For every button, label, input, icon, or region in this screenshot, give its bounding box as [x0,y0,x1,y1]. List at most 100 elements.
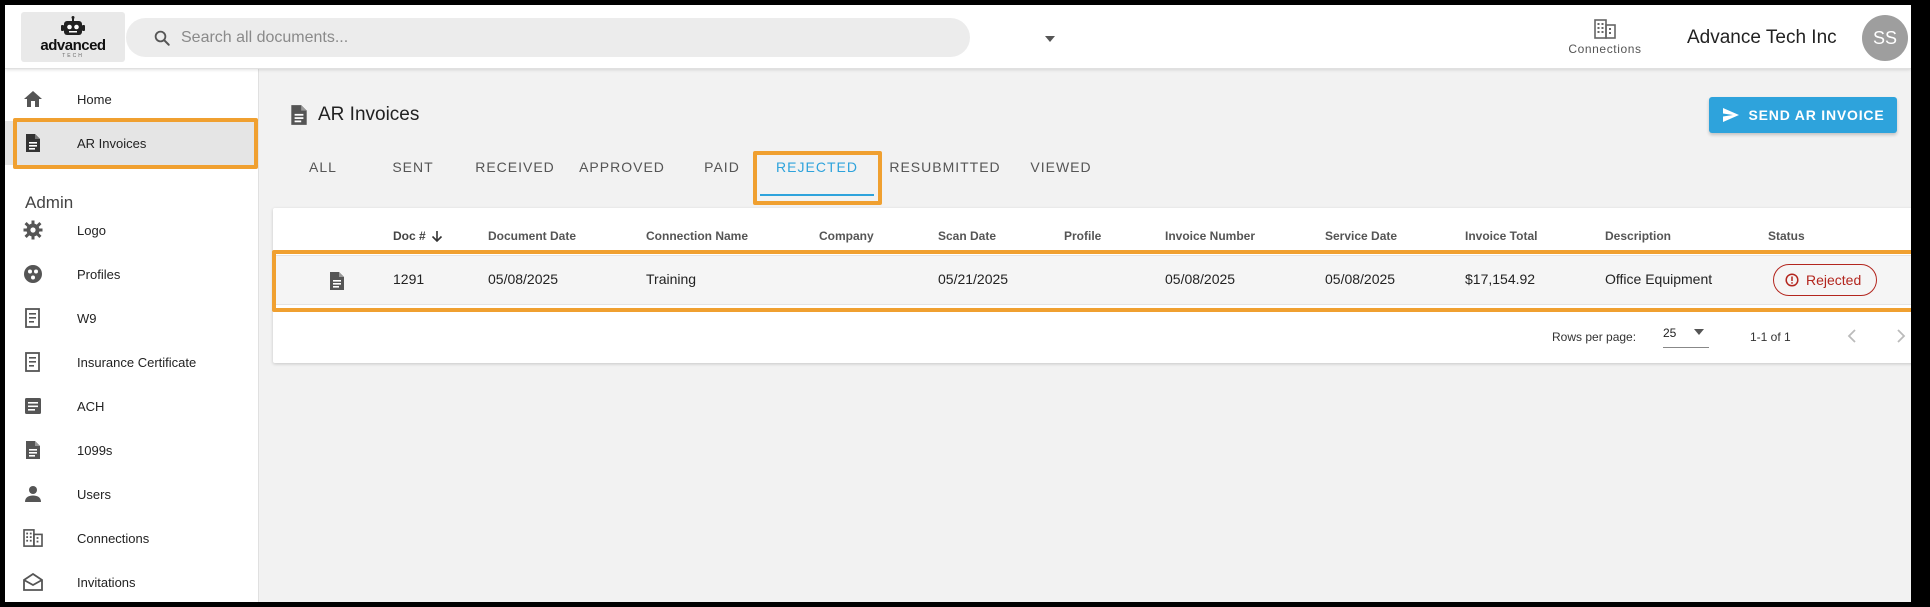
sidebar-item-label: AR Invoices [77,135,147,151]
column-header-invoice-total[interactable]: Invoice Total [1465,229,1537,243]
tab-label: VIEWED [1030,159,1092,175]
sidebar-item-label: Invitations [77,574,136,590]
cell-doc-no: 1291 [393,271,425,287]
sidebar-item-insurance-certificate[interactable]: Insurance Certificate [5,340,259,384]
tab-received[interactable]: RECEIVED [465,159,565,199]
invoice-table: Doc # Document Date Connection Name Comp… [273,208,1911,363]
status-badge[interactable]: Rejected [1773,264,1877,296]
company-logo[interactable]: advanced TECH [21,12,125,62]
receipt-icon [21,306,45,330]
next-page-button[interactable] [1889,324,1911,348]
top-bar: advanced TECH Connections [5,5,1911,69]
sidebar-item-home[interactable]: Home [5,77,259,121]
arrow-down-icon [431,231,443,243]
tab-label: ALL [309,159,337,175]
rows-per-page-label: Rows per page: [1552,330,1637,344]
search-bar [126,18,1055,57]
avatar[interactable]: SS [1862,15,1908,61]
column-header-description[interactable]: Description [1605,229,1671,243]
person-icon [21,482,45,506]
search-icon [154,30,170,46]
sidebar-item-label: Insurance Certificate [77,354,197,370]
column-header-company[interactable]: Company [819,229,874,243]
cell-invoice-total: $17,154.92 [1465,271,1536,287]
document-icon [291,105,307,125]
tab-viewed[interactable]: VIEWED [1019,159,1103,199]
sidebar-item-profiles[interactable]: Profiles [5,252,259,296]
article-icon [21,394,45,418]
tab-label: PAID [704,159,740,175]
connections-button[interactable]: Connections [1557,19,1653,59]
gear-icon [21,218,45,242]
home-icon [21,87,45,111]
previous-page-button[interactable] [1840,324,1864,348]
cell-scan-date: 05/21/2025 [938,271,1009,287]
cell-service-date: 05/08/2025 [1325,271,1396,287]
tab-paid[interactable]: PAID [685,159,759,199]
rows-per-page-value: 25 [1663,326,1677,340]
send-button-label: SEND AR INVOICE [1748,107,1885,123]
chevron-down-icon [1694,329,1704,335]
search-input[interactable] [181,26,901,50]
chevron-down-icon[interactable] [1044,35,1056,43]
page-title: AR Invoices [318,104,420,125]
sidebar-item-ar-invoices[interactable]: AR Invoices [5,121,259,165]
sidebar-item-label: 1099s [77,442,113,458]
envelope-icon [21,570,45,594]
tab-rejected[interactable]: REJECTED [760,159,874,199]
sidebar-item-label: Home [77,91,112,107]
status-label: Rejected [1806,272,1862,288]
tab-resubmitted[interactable]: RESUBMITTED [877,159,1013,199]
pagination-range: 1-1 of 1 [1750,330,1791,344]
active-tab-indicator [760,194,874,196]
tab-all[interactable]: ALL [288,159,358,199]
sidebar-item-users[interactable]: Users [5,472,259,516]
tab-label: RECEIVED [475,159,555,175]
document-icon [21,438,45,462]
cell-connection-name: Training [646,271,697,287]
column-header-label: Doc # [393,229,426,243]
sidebar-item-w9[interactable]: W9 [5,296,259,340]
cell-invoice-number: 05/08/2025 [1165,271,1236,287]
tab-label: APPROVED [579,159,665,175]
sidebar-item-ach[interactable]: ACH [5,384,259,428]
tab-label: RESUBMITTED [889,159,1001,175]
document-icon[interactable] [329,271,345,291]
divider [273,304,1911,305]
sidebar-item-label: W9 [77,310,97,326]
send-ar-invoice-button[interactable]: SEND AR INVOICE [1709,97,1897,133]
building-icon [1594,19,1616,39]
column-header-invoice-number[interactable]: Invoice Number [1165,229,1255,243]
column-header-doc-no[interactable]: Doc # [393,229,443,243]
rows-per-page-select[interactable]: 25 [1663,324,1709,348]
column-header-document-date[interactable]: Document Date [488,229,576,243]
tab-approved[interactable]: APPROVED [570,159,674,199]
sidebar-item-invitations[interactable]: Invitations [5,560,259,602]
send-icon [1722,108,1739,122]
tab-sent[interactable]: SENT [375,159,451,199]
sidebar-item-1099s[interactable]: 1099s [5,428,259,472]
column-header-scan-date[interactable]: Scan Date [938,229,996,243]
sidebar-item-label: Users [77,486,111,502]
logo-subtext: TECH [62,52,84,59]
column-header-status[interactable]: Status [1768,229,1805,243]
tab-label: REJECTED [776,159,858,175]
sidebar-item-label: ACH [77,398,105,414]
column-header-profile[interactable]: Profile [1064,229,1101,243]
chevron-left-icon [1847,329,1856,343]
sidebar-item-logo[interactable]: Logo [5,208,259,252]
sidebar: Home AR Invoices Admin Logo Profiles W9 … [5,69,259,602]
sidebar-item-connections[interactable]: Connections [5,516,259,560]
sidebar-item-label: Profiles [77,266,121,282]
connections-label: Connections [1568,42,1642,56]
table-row[interactable]: 1291 05/08/2025 Training 05/21/2025 05/0… [273,256,1911,304]
company-name: Advance Tech Inc [1687,27,1837,48]
column-header-service-date[interactable]: Service Date [1325,229,1397,243]
sidebar-item-label: Connections [77,530,150,546]
cell-document-date: 05/08/2025 [488,271,559,287]
tab-label: SENT [392,159,434,175]
app-window: advanced TECH Connections [5,5,1911,602]
document-icon [21,131,45,155]
column-header-connection-name[interactable]: Connection Name [646,229,748,243]
building-icon [21,526,45,550]
